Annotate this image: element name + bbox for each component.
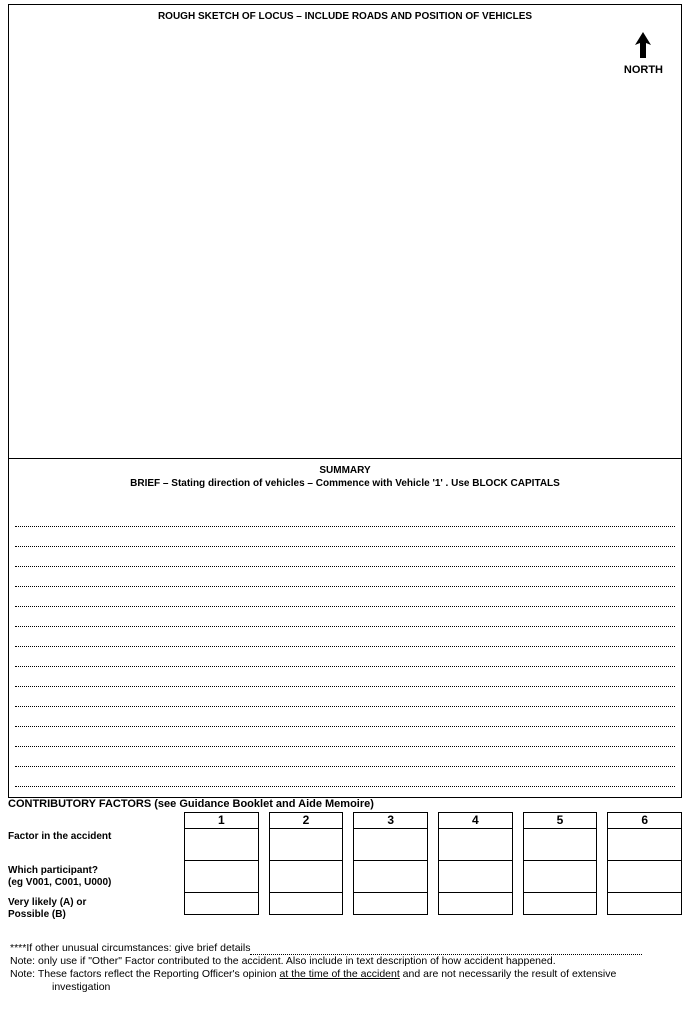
factor-input[interactable] — [438, 829, 513, 861]
col-header: 4 — [438, 812, 513, 829]
label-factor: Factor in the accident — [8, 829, 184, 861]
factor-col-3: 3 — [353, 812, 428, 921]
note-officer-opinion: Note: These factors reflect the Reportin… — [10, 968, 680, 981]
sketch-area: ROUGH SKETCH OF LOCUS – INCLUDE ROADS AN… — [9, 5, 681, 459]
likelihood-input[interactable] — [269, 893, 344, 915]
write-line[interactable] — [15, 587, 675, 607]
participant-input[interactable] — [438, 861, 513, 893]
col-header: 1 — [184, 812, 259, 829]
write-line[interactable] — [15, 567, 675, 587]
participant-input[interactable] — [523, 861, 598, 893]
write-line[interactable] — [15, 547, 675, 567]
likelihood-input[interactable] — [438, 893, 513, 915]
summary-subtitle: BRIEF – Stating direction of vehicles – … — [9, 478, 681, 489]
write-line[interactable] — [15, 627, 675, 647]
write-line[interactable] — [15, 607, 675, 627]
factor-input[interactable] — [353, 829, 428, 861]
summary-area: SUMMARY BRIEF – Stating direction of veh… — [9, 465, 681, 797]
factor-input[interactable] — [184, 829, 259, 861]
factors-heading: CONTRIBUTORY FACTORS (see Guidance Bookl… — [8, 798, 682, 810]
factor-input[interactable] — [523, 829, 598, 861]
write-line[interactable] — [15, 707, 675, 727]
likelihood-input[interactable] — [184, 893, 259, 915]
likelihood-input[interactable] — [523, 893, 598, 915]
north-indicator: NORTH — [624, 31, 663, 76]
north-label: NORTH — [624, 64, 663, 76]
write-line[interactable] — [15, 527, 675, 547]
write-line[interactable] — [15, 667, 675, 687]
participant-input[interactable] — [607, 861, 682, 893]
note-investigation: investigation — [10, 981, 680, 994]
details-line[interactable] — [250, 945, 642, 955]
factor-col-5: 5 — [523, 812, 598, 921]
col-header: 2 — [269, 812, 344, 829]
col-header: 5 — [523, 812, 598, 829]
participant-input[interactable] — [353, 861, 428, 893]
note-other-circumstances: ****If other unusual circumstances: give… — [10, 942, 680, 955]
summary-lines — [15, 507, 675, 787]
participant-input[interactable] — [184, 861, 259, 893]
arrow-up-icon — [633, 31, 653, 59]
write-line[interactable] — [15, 747, 675, 767]
label-likelihood: Very likely (A) or Possible (B) — [8, 895, 184, 921]
factor-input[interactable] — [269, 829, 344, 861]
factor-input[interactable] — [607, 829, 682, 861]
col-header: 3 — [353, 812, 428, 829]
factor-col-2: 2 — [269, 812, 344, 921]
label-participant: Which participant? (eg V001, C001, U000) — [8, 861, 184, 895]
factors-row-labels: Factor in the accident Which participant… — [8, 812, 184, 921]
write-line[interactable] — [15, 647, 675, 667]
write-line[interactable] — [15, 727, 675, 747]
factors-section: CONTRIBUTORY FACTORS (see Guidance Bookl… — [8, 798, 682, 921]
likelihood-input[interactable] — [353, 893, 428, 915]
col-header: 6 — [607, 812, 682, 829]
note-other-factor: Note: only use if "Other" Factor contrib… — [10, 955, 680, 968]
summary-title: SUMMARY — [9, 465, 681, 476]
sketch-title: ROUGH SKETCH OF LOCUS – INCLUDE ROADS AN… — [9, 5, 681, 22]
notes-section: ****If other unusual circumstances: give… — [10, 942, 680, 994]
factor-col-1: 1 — [184, 812, 259, 921]
write-line[interactable] — [15, 507, 675, 527]
likelihood-input[interactable] — [607, 893, 682, 915]
write-line[interactable] — [15, 767, 675, 787]
factor-col-4: 4 — [438, 812, 513, 921]
factor-col-6: 6 — [607, 812, 682, 921]
write-line[interactable] — [15, 687, 675, 707]
participant-input[interactable] — [269, 861, 344, 893]
